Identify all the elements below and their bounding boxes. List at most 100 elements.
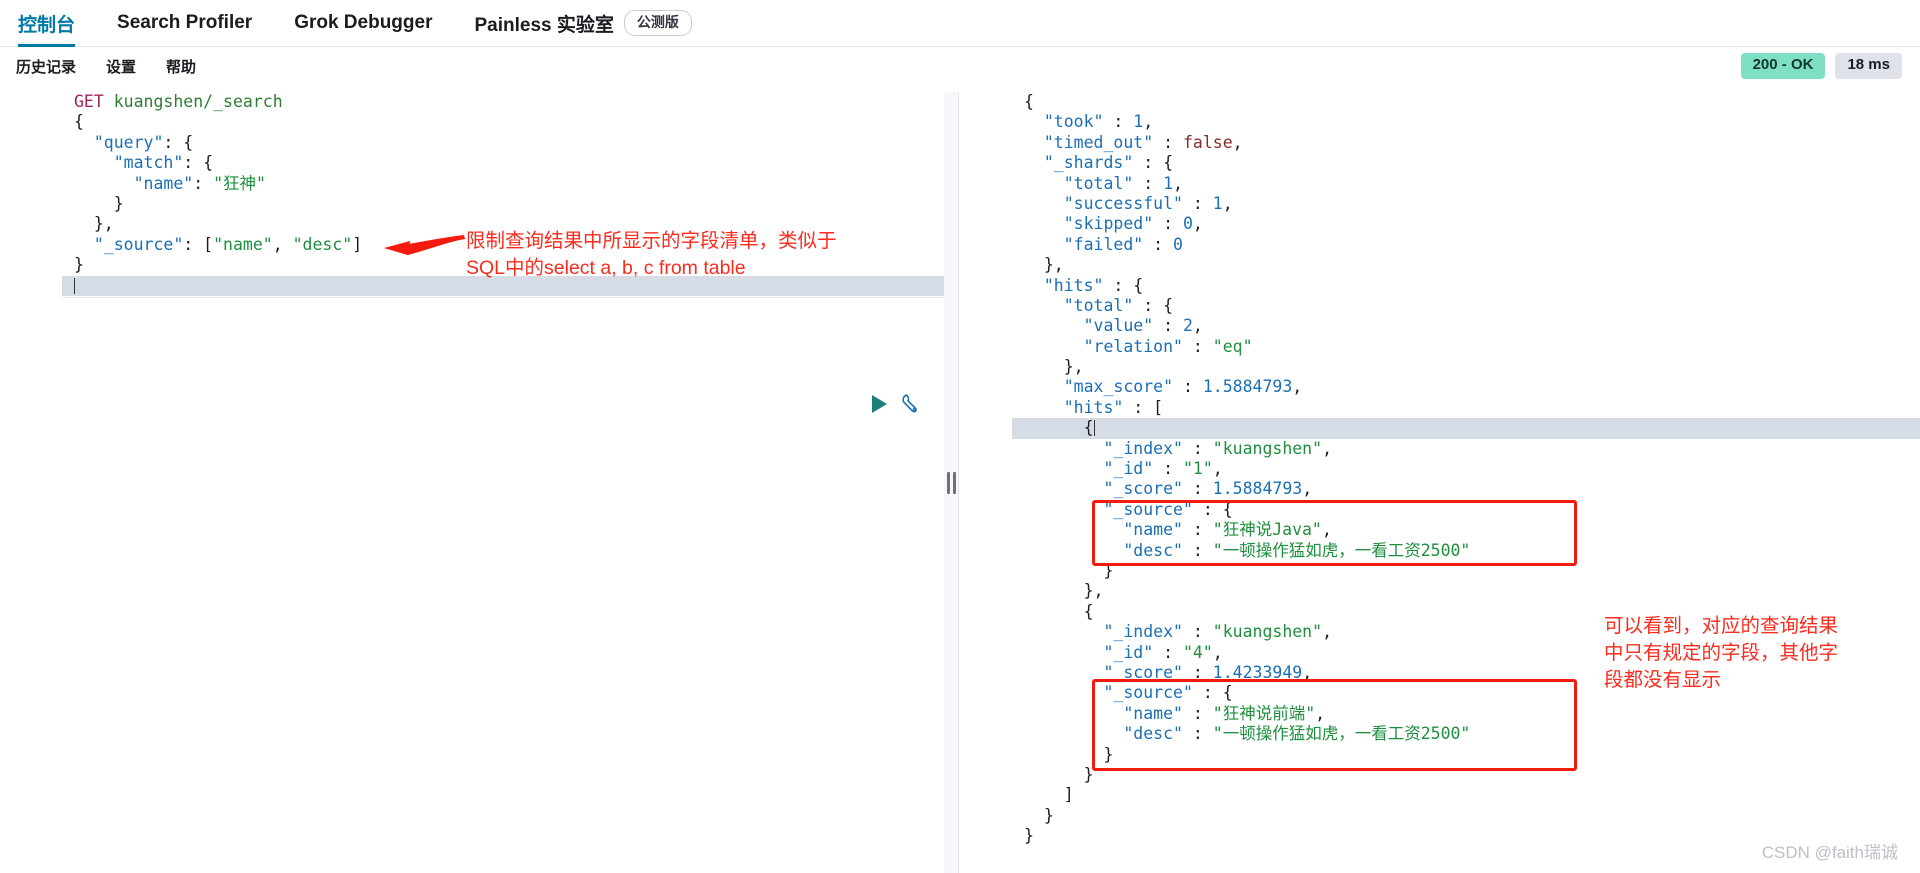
code-token: "name"	[1123, 703, 1183, 723]
topnav-item-0[interactable]: 控制台	[18, 0, 76, 47]
code-line[interactable]: 13 "relation" : "eq"	[950, 337, 1920, 357]
code-token: "一顿操作猛如虎，一看工资2500"	[1212, 724, 1471, 744]
code-line[interactable]: 6▴ }	[0, 194, 950, 214]
code-line[interactable]: 20 "_score" : 1.5884793,	[950, 479, 1920, 499]
subnav-item-1[interactable]: 设置	[106, 56, 136, 77]
code-line[interactable]: 24▴ }	[950, 561, 1920, 581]
pane-splitter[interactable]	[944, 92, 958, 873]
code-text: {	[1016, 418, 1095, 438]
code-line[interactable]: 7 "skipped" : 0,	[950, 214, 1920, 234]
code-line[interactable]: 12 "value" : 2,	[950, 316, 1920, 336]
code-token: "_id"	[1103, 642, 1154, 662]
code-line[interactable]: 5 "total" : 1,	[950, 174, 1920, 194]
code-token: "value"	[1083, 316, 1154, 336]
code-line[interactable]: 4▾ "match": {	[0, 153, 950, 173]
code-token: "total"	[1063, 173, 1134, 193]
code-line[interactable]: 1GET kuangshen/_search	[0, 92, 950, 112]
subnav-item-2[interactable]: 帮助	[166, 56, 196, 77]
code-token: :	[1182, 479, 1213, 499]
code-token: :	[1133, 173, 1164, 193]
code-line[interactable]: 3▾ "query": {	[0, 133, 950, 153]
code-token: : {	[163, 132, 194, 152]
code-token: }	[1024, 764, 1094, 784]
code-line[interactable]: 16▾ "hits" : [	[950, 398, 1920, 418]
code-line[interactable]: 31 "name" : "狂神说前端",	[950, 704, 1920, 724]
code-token: : {	[1103, 275, 1144, 295]
code-line[interactable]: 18 "_index" : "kuangshen",	[950, 439, 1920, 459]
console-editor-area: 1GET kuangshen/_search2▾{3▾ "query": {4▾…	[0, 92, 1920, 873]
code-token: {	[74, 112, 84, 132]
code-token: },	[1024, 581, 1104, 601]
topnav-item-2[interactable]: Grok Debugger	[294, 0, 432, 47]
code-token: ,	[1322, 622, 1332, 642]
code-text: "max_score" : 1.5884793,	[1016, 377, 1302, 397]
code-token: }	[1024, 560, 1114, 580]
code-line[interactable]: 2 "took" : 1,	[950, 112, 1920, 132]
code-line[interactable]: 2▾{	[0, 112, 950, 132]
code-line[interactable]: 4▾ "_shards" : {	[950, 153, 1920, 173]
code-line[interactable]: 23 "desc" : "一顿操作猛如虎，一看工资2500"	[950, 541, 1920, 561]
code-line[interactable]: 35▴ ]	[950, 785, 1920, 805]
request-lines[interactable]: 1GET kuangshen/_search2▾{3▾ "query": {4▾…	[0, 92, 950, 873]
code-token: :	[193, 173, 214, 193]
code-token: : {	[1192, 683, 1233, 703]
topnav-item-3[interactable]: Painless 实验室 公测版	[475, 0, 692, 47]
code-token: "_source"	[1103, 683, 1193, 703]
code-token: : [	[183, 234, 214, 254]
run-controls[interactable]	[872, 392, 923, 416]
response-code-wrap[interactable]: 1▾{2 "took" : 1,3 "timed_out" : false,4▾…	[950, 92, 1920, 873]
code-text: }	[1016, 745, 1113, 765]
code-line[interactable]: 14▴ },	[950, 357, 1920, 377]
code-token: 1.4233949	[1212, 662, 1303, 682]
response-lines[interactable]: 1▾{2 "took" : 1,3 "timed_out" : false,4▾…	[950, 92, 1920, 873]
code-line[interactable]: 11▾ "total" : {	[950, 296, 1920, 316]
code-line[interactable]: 36▴ }	[950, 806, 1920, 826]
code-token: 0	[1173, 234, 1183, 254]
request-code-wrap[interactable]: 1GET kuangshen/_search2▾{3▾ "query": {4▾…	[0, 92, 950, 873]
request-pane[interactable]: 1GET kuangshen/_search2▾{3▾ "query": {4▾…	[0, 92, 950, 873]
code-line[interactable]: 10▾ "hits" : {	[950, 276, 1920, 296]
code-line[interactable]: 17▾ {	[950, 418, 1920, 439]
code-text: }	[66, 255, 84, 275]
code-line[interactable]: 32 "desc" : "一顿操作猛如虎，一看工资2500"	[950, 724, 1920, 744]
code-line[interactable]: 5 "name": "狂神"	[0, 174, 950, 194]
code-text: "_id" : "1",	[1016, 459, 1222, 479]
splitter-grip-icon[interactable]	[946, 471, 956, 494]
code-line[interactable]: 3 "timed_out" : false,	[950, 133, 1920, 153]
code-token: :	[1182, 520, 1213, 540]
code-token: :	[1103, 112, 1134, 132]
code-line[interactable]: 22 "name" : "狂神说Java",	[950, 520, 1920, 540]
code-token: "_score"	[1103, 479, 1183, 499]
topnav-item-label: Painless 实验室	[474, 14, 614, 36]
code-token: "desc"	[292, 234, 353, 254]
code-line[interactable]: 1▾{	[950, 92, 1920, 112]
code-token: 0	[1182, 214, 1193, 234]
play-icon[interactable]	[872, 395, 887, 413]
code-line[interactable]: 34▴ }	[950, 765, 1920, 785]
response-pane[interactable]: 1▾{2 "took" : 1,3 "timed_out" : false,4▾…	[950, 92, 1920, 873]
code-line[interactable]: 8 "failed" : 0	[950, 235, 1920, 255]
topnav-item-1[interactable]: Search Profiler	[117, 0, 252, 47]
code-line[interactable]: 33▴ }	[950, 745, 1920, 765]
topnav-item-label: Search Profiler	[117, 12, 253, 33]
code-line[interactable]: 15 "max_score" : 1.5884793,	[950, 377, 1920, 397]
code-token: "timed_out"	[1043, 132, 1154, 152]
code-line[interactable]: 21▾ "_source" : {	[950, 500, 1920, 520]
wrench-icon[interactable]	[899, 392, 923, 416]
code-line[interactable]: 6 "successful" : 1,	[950, 194, 1920, 214]
code-token: "failed"	[1063, 234, 1144, 254]
code-text: },	[1016, 581, 1104, 601]
code-text: "_shards" : {	[1016, 153, 1173, 173]
subnav-item-0[interactable]: 历史记录	[16, 56, 76, 77]
code-line[interactable]: 25▴ },	[950, 581, 1920, 601]
code-line[interactable]: 19 "_id" : "1",	[950, 459, 1920, 479]
code-text: "match": {	[66, 153, 213, 173]
code-line[interactable]: 9▴ },	[950, 255, 1920, 275]
code-token: "_index"	[1103, 622, 1183, 642]
